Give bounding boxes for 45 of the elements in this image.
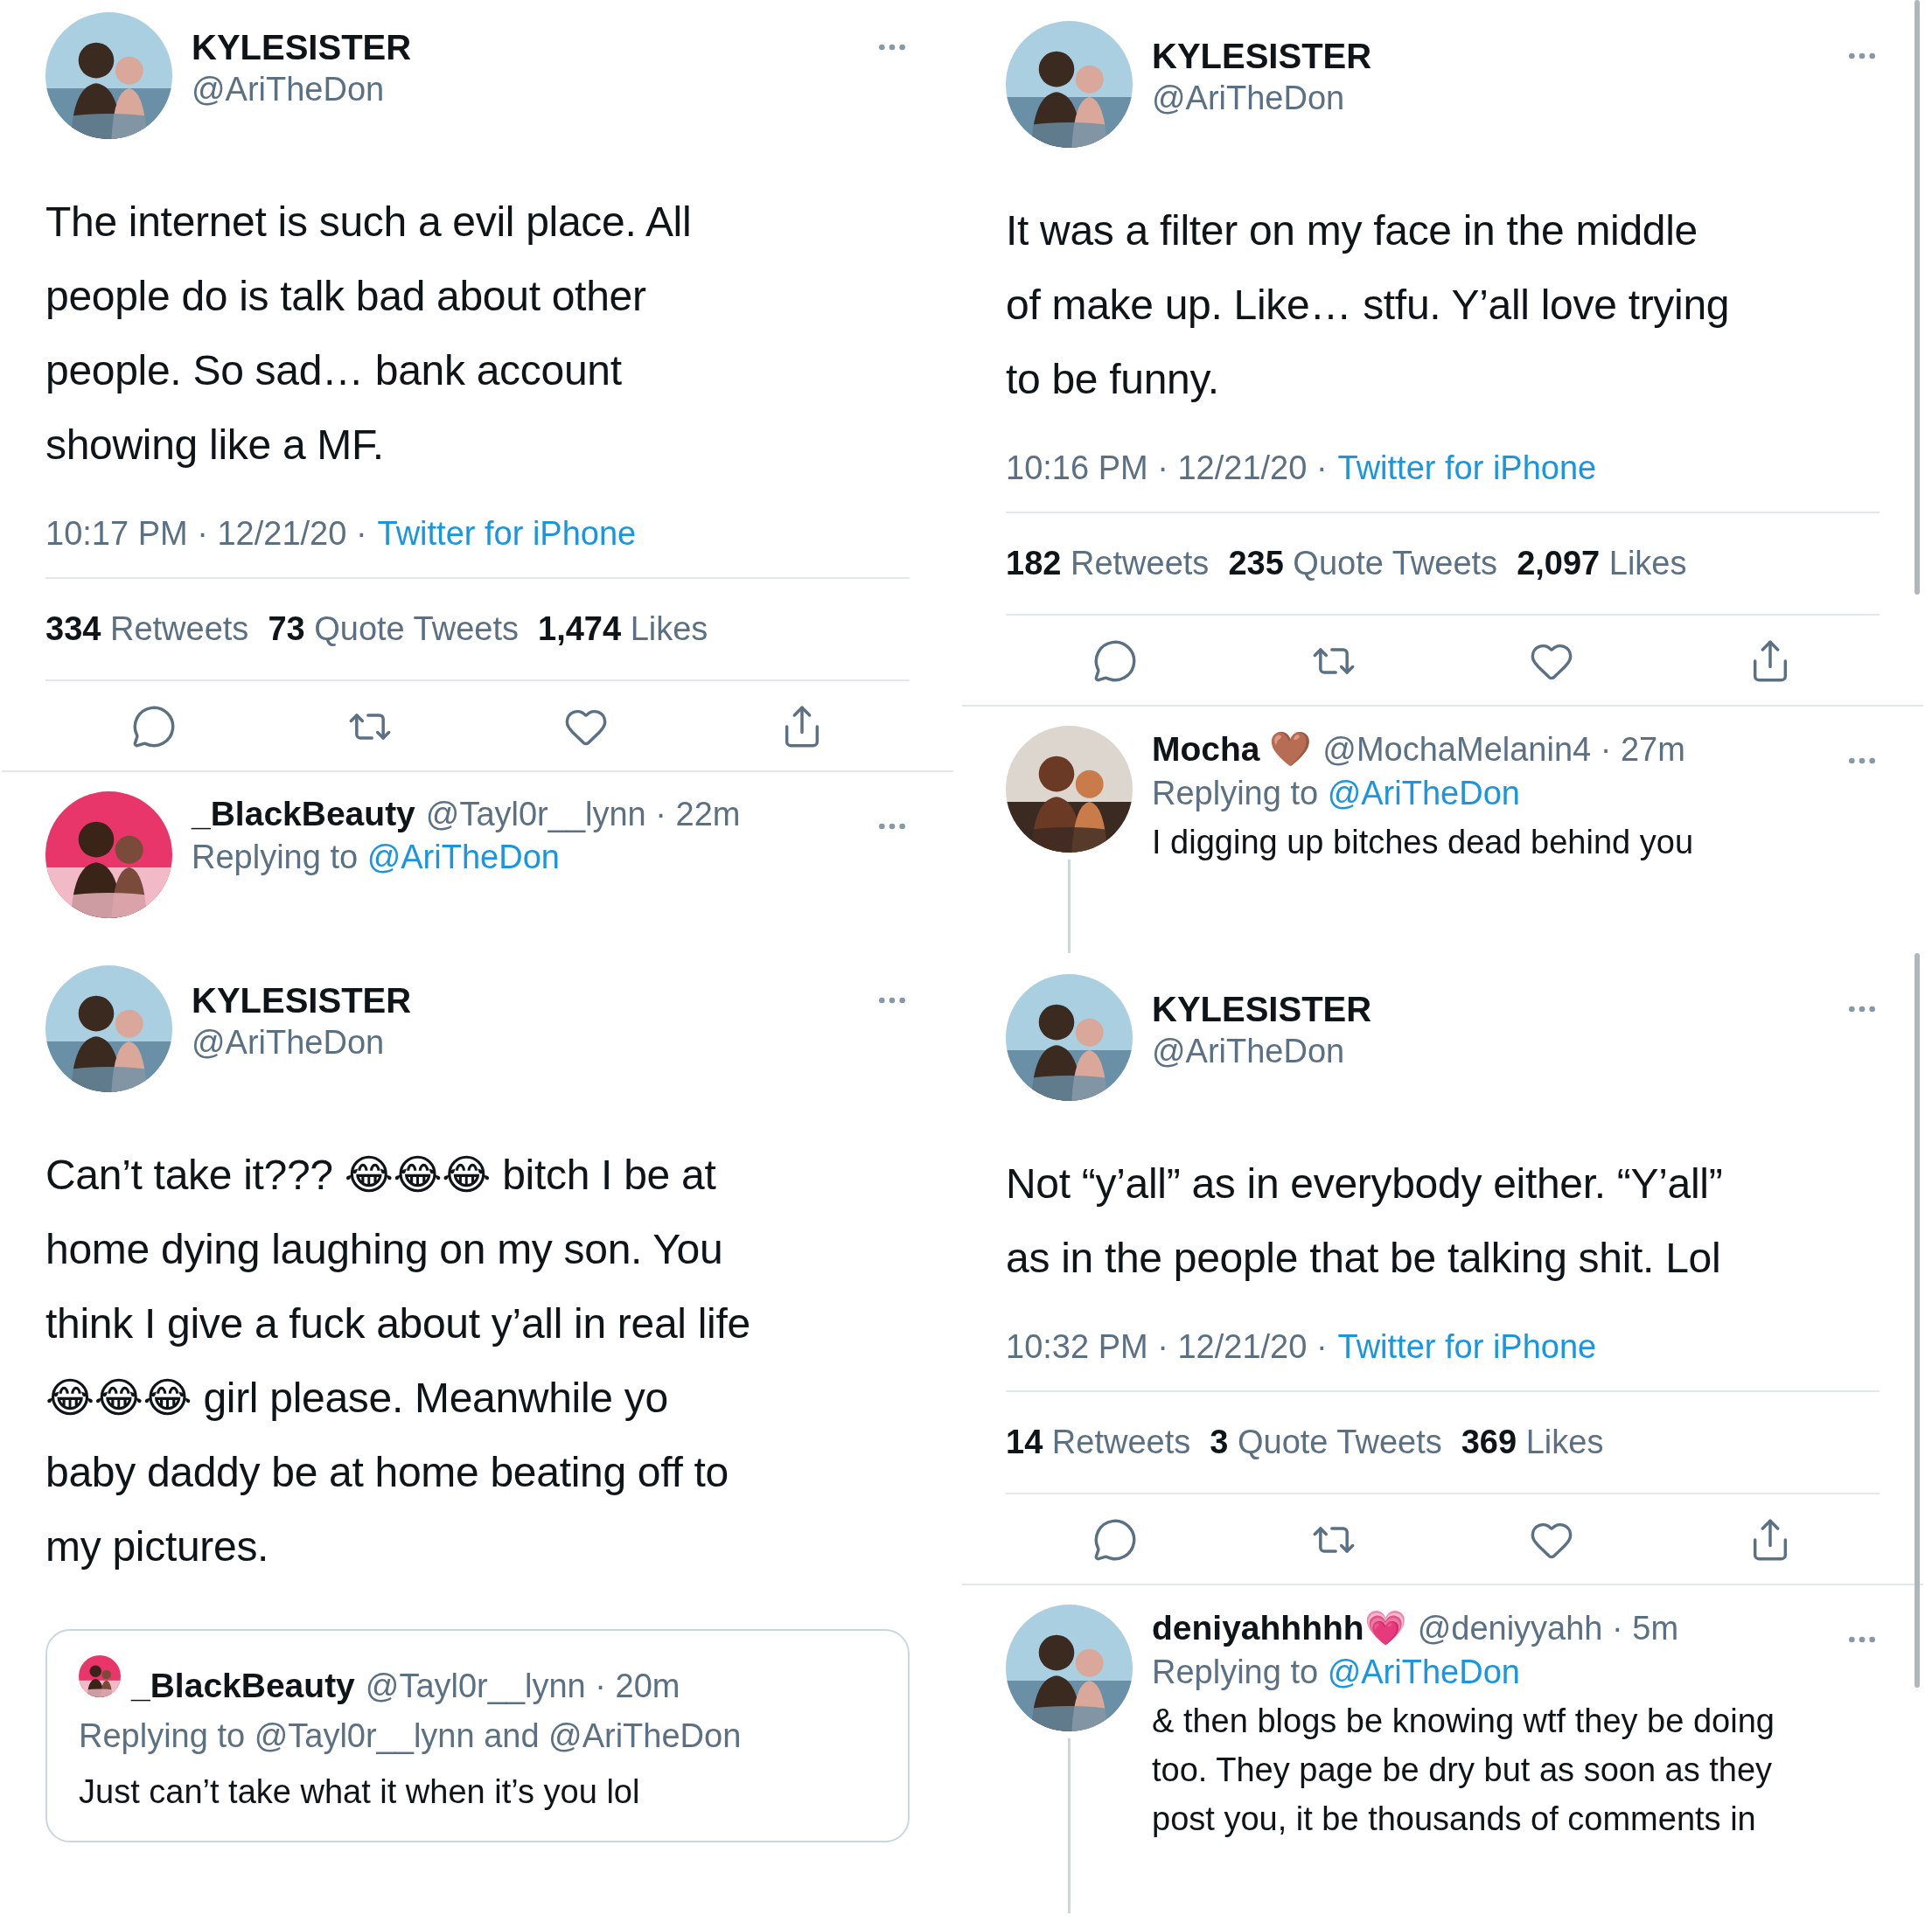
stat-count[interactable]: 334 Retweets [45, 610, 249, 648]
display-name[interactable]: _BlackBeauty [131, 1667, 355, 1705]
tweet-text: The internet is such a evil place. All people do is talk bad about other people. So sad… bank account showing like a MF. [45, 198, 693, 470]
user-handle[interactable]: @AriTheDon [192, 71, 855, 108]
display-name[interactable]: KYLESISTER [192, 28, 855, 67]
reply-text: & then blogs be knowing wtf they be doing too. They page be dry but as soon as they post you, it be thousands of comments in [1152, 1702, 1775, 1839]
stat-count[interactable]: 182 Retweets [1006, 545, 1210, 582]
quoted-tweet-card[interactable]: _BlackBeauty @Tayl0r__lynn · 20m Replying to @Tayl0r__lynn and @AriTheDon Just can’t take what it when it’s you lol [45, 1629, 910, 1842]
quoted-text: Just can’t take what it when it’s you lol [79, 1772, 641, 1812]
display-name[interactable]: KYLESISTER [1152, 990, 1825, 1029]
tweet-text: Can’t take it??? 😂😂😂 bitch I be at home dying laughing on my son. You think I give a fuck about y’all in real life 😂😂😂 girl please. Meanwhile yo baby daddy be at home beating off to my pictures. [45, 1151, 751, 1571]
display-name[interactable]: KYLESISTER [192, 981, 855, 1020]
reply-icon[interactable] [1092, 1517, 1138, 1563]
scrollbar-thumb[interactable] [1915, 0, 1920, 595]
replying-label: Replying to @Tayl0r__lynn and @AriTheDon [79, 1717, 743, 1755]
timestamp: 10:17 PM · 12/21/20 · [45, 515, 367, 553]
stat-count[interactable]: 2,097 Likes [1517, 545, 1687, 582]
stat-count[interactable]: 369 Likes [1461, 1424, 1604, 1461]
reply-text: I digging up bitches dead behind you [1152, 823, 1695, 862]
replying-label: Replying to [1152, 1654, 1319, 1690]
replying-label: Replying to [192, 839, 359, 875]
timestamp: 10:32 PM · 12/21/20 · [1006, 1328, 1328, 1366]
reply-icon[interactable] [130, 704, 177, 749]
display-name[interactable]: deniyahhhhh💗 [1152, 1608, 1407, 1648]
user-handle[interactable]: @AriTheDon [192, 1024, 855, 1062]
stat-count[interactable]: 73 Quote Tweets [268, 610, 519, 648]
handle-and-time: @deniyyahh · 5m [1417, 1610, 1679, 1647]
display-name[interactable]: KYLESISTER [1152, 37, 1825, 76]
reply-icon[interactable] [1092, 638, 1138, 684]
stat-count[interactable]: 235 Quote Tweets [1228, 545, 1498, 582]
replying-label: Replying to [1152, 775, 1319, 811]
display-name[interactable]: Mocha 🤎 [1152, 729, 1313, 770]
scrollbar-thumb[interactable] [1915, 953, 1920, 1688]
tweet-text: Not “y’all” as in everybody either. “Y’all” as in the people that be talking shit. Lol [1006, 1159, 1724, 1283]
display-name[interactable]: _BlackBeauty [192, 795, 415, 833]
stat-count[interactable]: 1,474 Likes [538, 610, 708, 648]
user-handle[interactable]: @AriTheDon [1152, 80, 1825, 117]
tweet-text: It was a filter on my face in the middle of make up. Like… stfu. Y’all love trying to be funny. [1006, 206, 1731, 404]
user-handle[interactable]: @AriTheDon [1152, 1033, 1825, 1070]
handle-and-time: @MochaMelanin4 · 27m [1322, 731, 1685, 769]
timestamp: 10:16 PM · 12/21/20 · [1006, 449, 1328, 487]
handle-and-time: @Tayl0r__lynn · 22m [425, 796, 741, 833]
stat-count[interactable]: 3 Quote Tweets [1210, 1424, 1442, 1461]
stat-count[interactable]: 14 Retweets [1006, 1424, 1191, 1461]
handle-and-time: @Tayl0r__lynn · 20m [365, 1668, 680, 1705]
